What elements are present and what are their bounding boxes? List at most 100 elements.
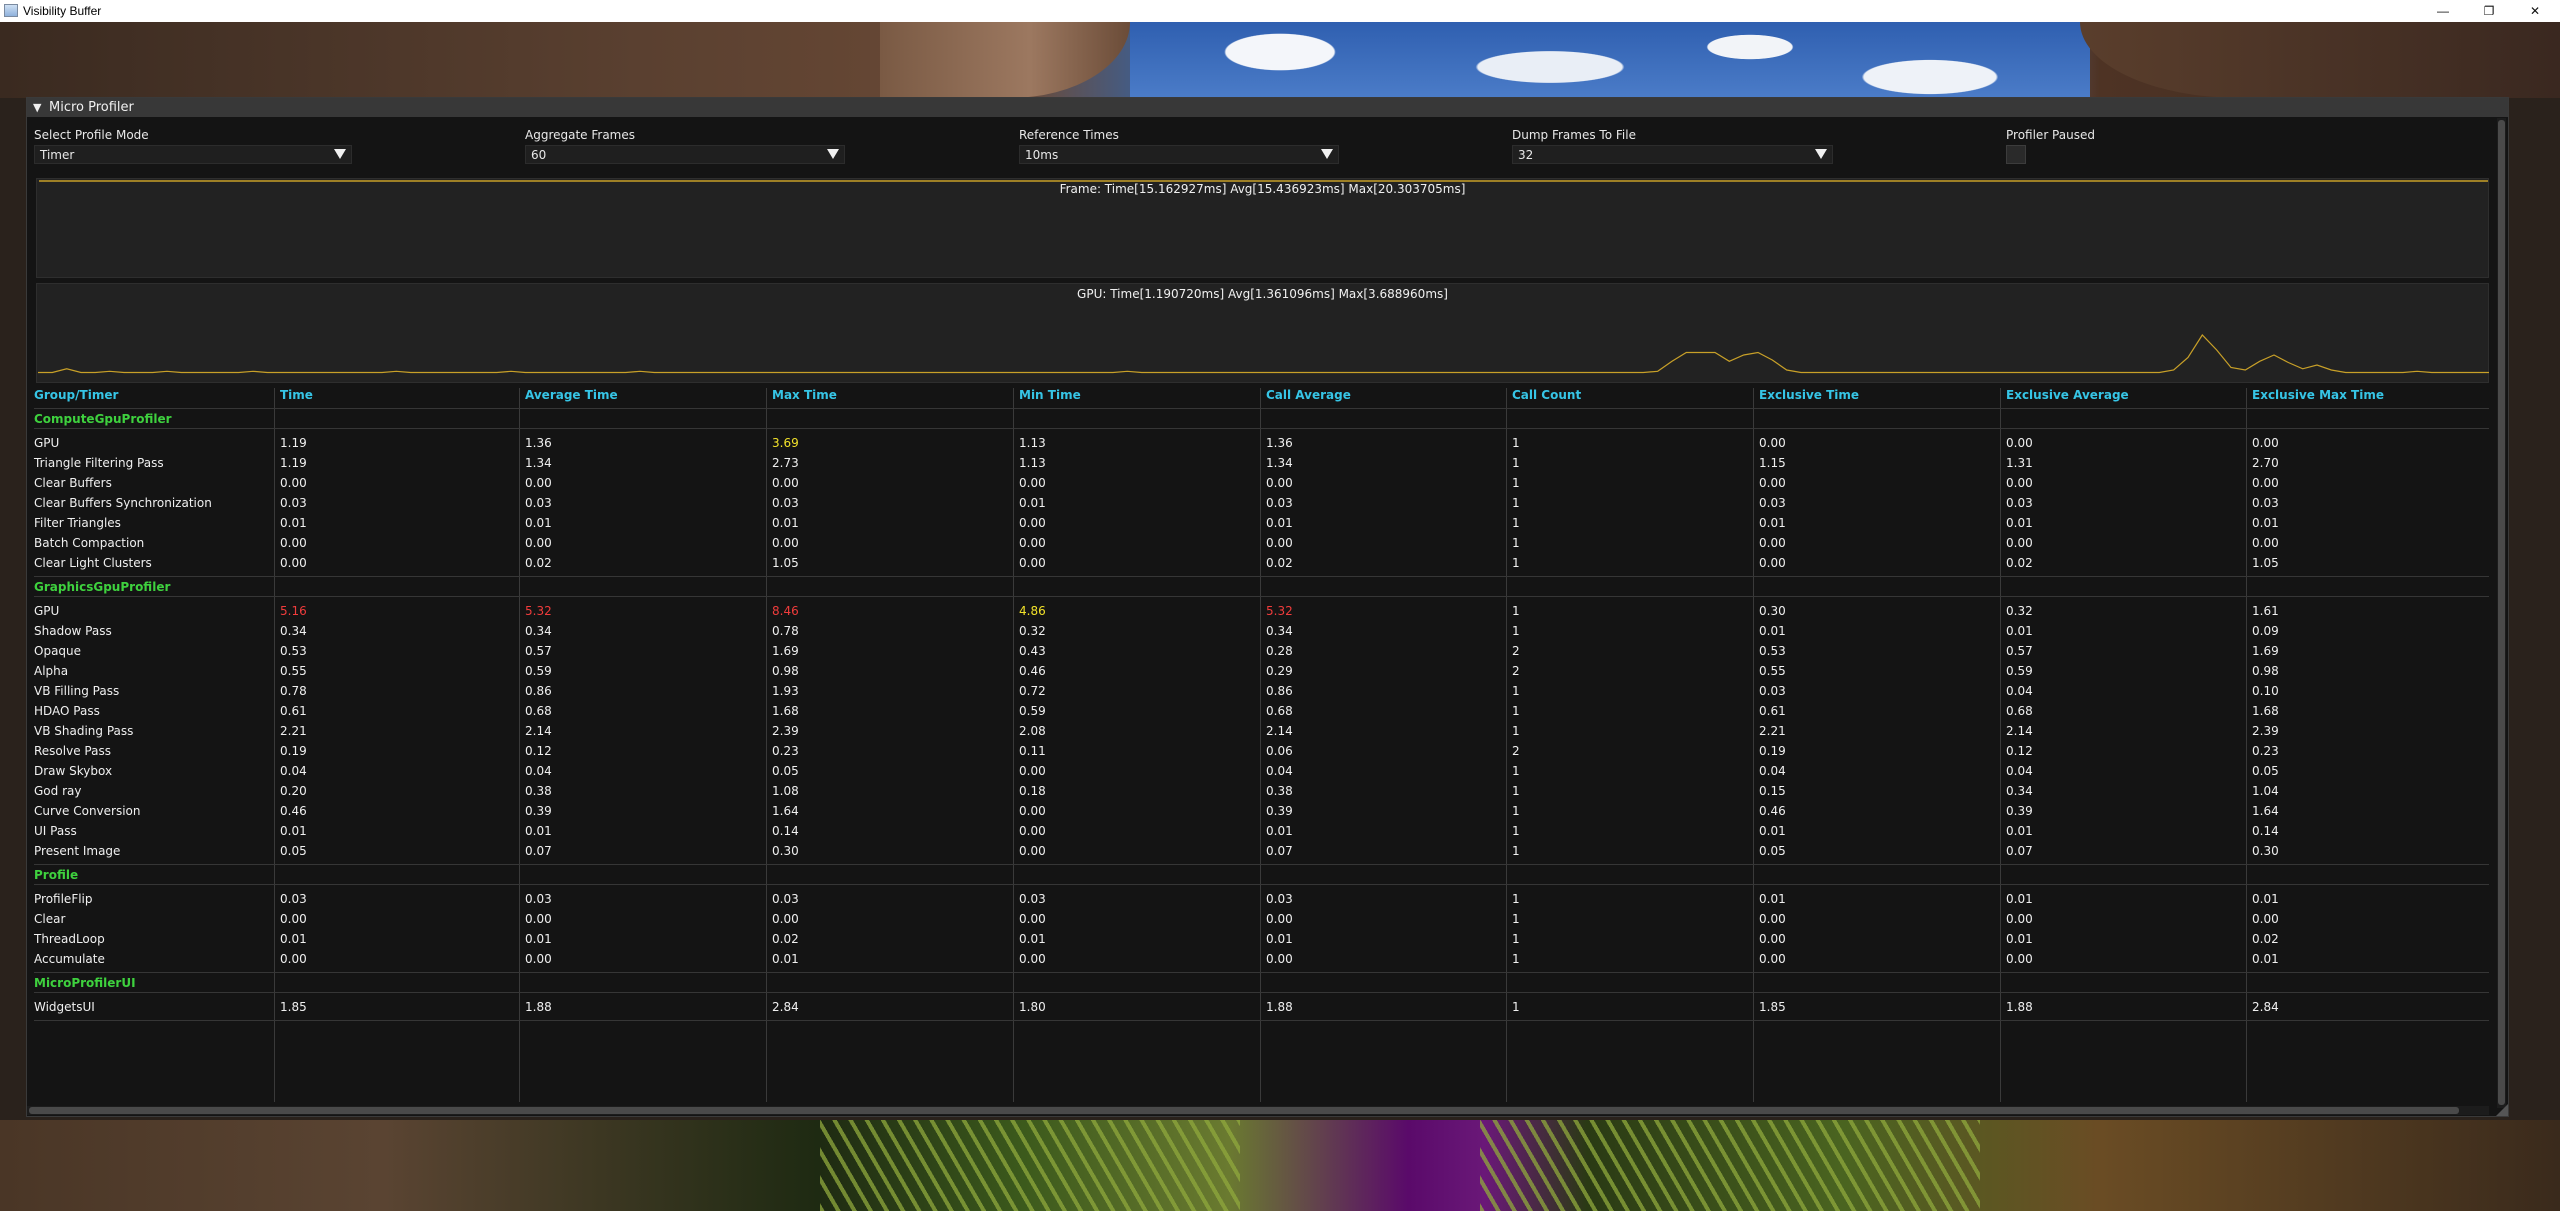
vertical-scroll-thumb[interactable] bbox=[2498, 120, 2505, 1105]
timer-value: 1.08 bbox=[772, 784, 799, 798]
reference-times-dropdown[interactable]: 10ms bbox=[1019, 145, 1339, 164]
scene-viewport-bottom bbox=[0, 1120, 2560, 1211]
timer-value: 0.05 bbox=[1759, 844, 1786, 858]
timer-value: 0.03 bbox=[1759, 684, 1786, 698]
timer-value: 0.00 bbox=[280, 556, 307, 570]
column-header[interactable]: Exclusive Average bbox=[2006, 388, 2129, 402]
column-separator[interactable] bbox=[1260, 388, 1261, 1102]
timer-value: 1.13 bbox=[1019, 456, 1046, 470]
timer-value: 1 bbox=[1512, 556, 1520, 570]
timer-value: 0.00 bbox=[1019, 476, 1046, 490]
horizontal-scroll-thumb[interactable] bbox=[29, 1107, 2459, 1114]
column-header[interactable]: Time bbox=[280, 388, 313, 402]
profiler-header[interactable]: ▼ Micro Profiler bbox=[27, 98, 2508, 117]
horizontal-scrollbar[interactable] bbox=[27, 1106, 2489, 1115]
column-separator[interactable] bbox=[1753, 388, 1754, 1102]
timer-value: 0.20 bbox=[280, 784, 307, 798]
column-header[interactable]: Call Average bbox=[1266, 388, 1351, 402]
timer-value: 1.34 bbox=[1266, 456, 1293, 470]
timer-value: 2.21 bbox=[1759, 724, 1786, 738]
maximize-button[interactable]: ❐ bbox=[2466, 0, 2512, 22]
timer-name: GPU bbox=[34, 604, 60, 618]
timer-value: 2.84 bbox=[2252, 1000, 2279, 1014]
scene-foliage bbox=[1480, 1120, 1980, 1211]
timer-value: 1 bbox=[1512, 436, 1520, 450]
timer-value: 0.11 bbox=[1019, 744, 1046, 758]
column-header[interactable]: Group/Timer bbox=[34, 388, 118, 402]
profile-mode-dropdown[interactable]: Timer bbox=[34, 145, 352, 164]
timer-value: 0.04 bbox=[1759, 764, 1786, 778]
profiler-paused-checkbox[interactable] bbox=[2006, 145, 2026, 164]
timer-value: 0.28 bbox=[1266, 644, 1293, 658]
timer-value: 4.86 bbox=[1019, 604, 1046, 618]
column-header[interactable]: Average Time bbox=[525, 388, 618, 402]
timer-value: 0.38 bbox=[525, 784, 552, 798]
vertical-scrollbar[interactable] bbox=[2497, 118, 2506, 1108]
timer-value: 0.00 bbox=[772, 476, 799, 490]
timer-name: Filter Triangles bbox=[34, 516, 121, 530]
timer-value: 0.03 bbox=[1019, 892, 1046, 906]
timer-value: 1.88 bbox=[2006, 1000, 2033, 1014]
column-separator[interactable] bbox=[274, 388, 275, 1102]
column-separator[interactable] bbox=[519, 388, 520, 1102]
dump-frames-dropdown[interactable]: 32 bbox=[1512, 145, 1833, 164]
app-icon bbox=[4, 4, 18, 17]
timer-value: 0.04 bbox=[1266, 764, 1293, 778]
timer-value: 0.00 bbox=[2006, 536, 2033, 550]
timer-value: 0.01 bbox=[1759, 516, 1786, 530]
timer-value: 0.07 bbox=[2006, 844, 2033, 858]
group-header[interactable]: GraphicsGpuProfiler bbox=[34, 580, 170, 594]
column-header[interactable]: Exclusive Time bbox=[1759, 388, 1859, 402]
resize-grip[interactable] bbox=[2496, 1104, 2508, 1116]
timer-value: 1 bbox=[1512, 456, 1520, 470]
timer-value: 0.02 bbox=[2252, 932, 2279, 946]
timer-value: 1 bbox=[1512, 724, 1520, 738]
timer-value: 1 bbox=[1512, 784, 1520, 798]
timer-value: 0.30 bbox=[772, 844, 799, 858]
timer-value: 0.98 bbox=[2252, 664, 2279, 678]
timer-value: 5.32 bbox=[525, 604, 552, 618]
timer-value: 0.00 bbox=[525, 952, 552, 966]
column-separator[interactable] bbox=[2246, 388, 2247, 1102]
timer-name: GPU bbox=[34, 436, 60, 450]
column-separator[interactable] bbox=[1506, 388, 1507, 1102]
timer-value: 0.00 bbox=[1266, 476, 1293, 490]
timer-value: 1.13 bbox=[1019, 436, 1046, 450]
collapse-triangle-icon[interactable]: ▼ bbox=[33, 101, 41, 114]
dropdown-arrow-icon bbox=[827, 149, 839, 159]
close-button[interactable]: ✕ bbox=[2512, 0, 2558, 22]
timer-value: 2.39 bbox=[2252, 724, 2279, 738]
column-separator[interactable] bbox=[766, 388, 767, 1102]
timer-value: 0.00 bbox=[2252, 476, 2279, 490]
timer-value: 0.00 bbox=[1759, 556, 1786, 570]
timer-value: 1 bbox=[1512, 1000, 1520, 1014]
column-separator[interactable] bbox=[2000, 388, 2001, 1102]
timer-value: 0.53 bbox=[280, 644, 307, 658]
timer-name: ThreadLoop bbox=[34, 932, 105, 946]
timer-value: 0.34 bbox=[2006, 784, 2033, 798]
minimize-button[interactable]: — bbox=[2420, 0, 2466, 22]
group-header[interactable]: MicroProfilerUI bbox=[34, 976, 136, 990]
timer-value: 1.61 bbox=[2252, 604, 2279, 618]
aggregate-frames-dropdown[interactable]: 60 bbox=[525, 145, 845, 164]
timer-value: 0.01 bbox=[772, 516, 799, 530]
column-header[interactable]: Exclusive Max Time bbox=[2252, 388, 2384, 402]
timer-name: Clear Buffers bbox=[34, 476, 112, 490]
column-header[interactable]: Max Time bbox=[772, 388, 837, 402]
timer-value: 0.00 bbox=[280, 536, 307, 550]
group-header[interactable]: ComputeGpuProfiler bbox=[34, 412, 172, 426]
timer-value: 2.39 bbox=[772, 724, 799, 738]
dump-frames-value: 32 bbox=[1518, 148, 1534, 162]
column-header[interactable]: Call Count bbox=[1512, 388, 1581, 402]
table-end-divider bbox=[34, 1020, 2489, 1021]
timer-value: 1 bbox=[1512, 824, 1520, 838]
column-header[interactable]: Min Time bbox=[1019, 388, 1081, 402]
timer-value: 0.01 bbox=[1266, 932, 1293, 946]
timer-value: 1.36 bbox=[1266, 436, 1293, 450]
timer-value: 1 bbox=[1512, 496, 1520, 510]
timer-value: 1.36 bbox=[525, 436, 552, 450]
column-separator[interactable] bbox=[1013, 388, 1014, 1102]
timer-value: 0.05 bbox=[2252, 764, 2279, 778]
group-header[interactable]: Profile bbox=[34, 868, 78, 882]
timer-value: 1 bbox=[1512, 704, 1520, 718]
